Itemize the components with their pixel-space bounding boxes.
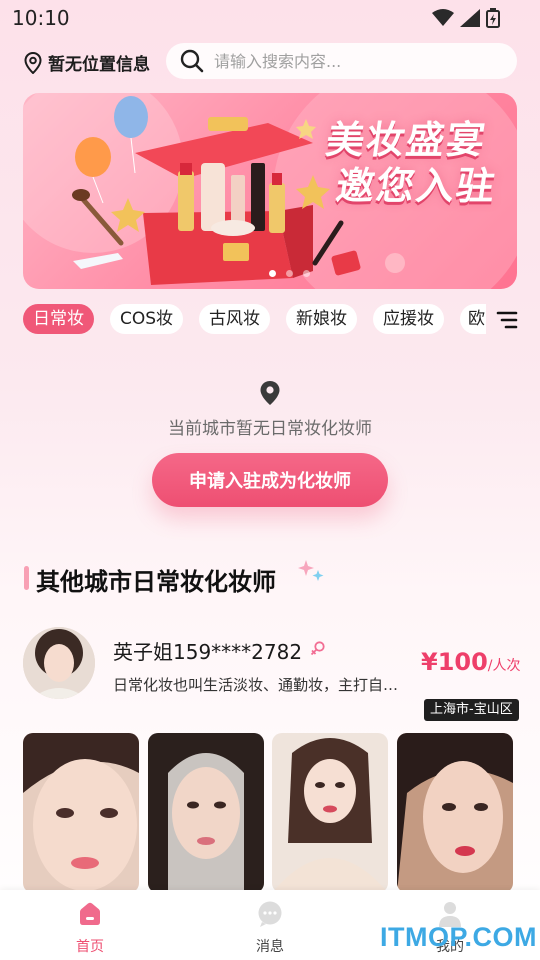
- banner-title-line2: 邀您入驻: [333, 164, 500, 208]
- female-icon: [310, 641, 325, 656]
- status-bar: 10:10: [0, 0, 540, 36]
- signal-icon: [460, 9, 480, 27]
- portfolio-image: [272, 733, 388, 893]
- battery-icon: [486, 8, 500, 28]
- nav-home-label: 首页: [76, 939, 104, 955]
- empty-location-icon: [260, 381, 280, 405]
- category-tabs: 日常妆 COS妆 古风妆 新娘妆 应援妆 欧: [23, 304, 487, 334]
- watermark: ITMOP.COM: [380, 922, 538, 952]
- artist-description: 日常化妆也叫生活淡妆、通勤妆，主打自…: [113, 676, 399, 694]
- header: 暂无位置信息: [0, 40, 540, 84]
- search-icon: [180, 49, 204, 73]
- wifi-icon: [432, 9, 454, 26]
- search-bar[interactable]: [166, 43, 517, 79]
- tab-support-makeup[interactable]: 应援妆: [373, 304, 445, 334]
- tab-daily-makeup[interactable]: 日常妆: [23, 304, 94, 334]
- banner-dot-active: [269, 270, 276, 277]
- status-icons: [432, 8, 500, 28]
- location-selector[interactable]: 暂无位置信息: [24, 50, 150, 75]
- promo-banner[interactable]: 美妆盛宴 邀您入驻: [23, 93, 517, 289]
- portfolio-photo[interactable]: [23, 733, 139, 893]
- tab-european-makeup[interactable]: 欧: [460, 304, 487, 334]
- price-unit: /人次: [487, 658, 521, 674]
- banner-dot: [303, 270, 310, 277]
- nav-messages[interactable]: 消息: [225, 890, 315, 960]
- portfolio-photo[interactable]: [397, 733, 513, 893]
- portfolio-photo[interactable]: [272, 733, 388, 893]
- avatar-image: [23, 627, 95, 699]
- banner-dot: [286, 270, 293, 277]
- artist-avatar[interactable]: [23, 627, 95, 699]
- portfolio-photo[interactable]: [148, 733, 264, 893]
- location-pin-icon: [24, 51, 42, 74]
- artist-name: 英子姐159****2782: [113, 640, 303, 664]
- nav-messages-label: 消息: [256, 939, 284, 955]
- price-value: ¥100: [421, 648, 488, 676]
- empty-state-message: 当前城市暂无日常妆化妆师: [168, 419, 372, 439]
- search-input[interactable]: [214, 51, 494, 71]
- tab-cos-makeup[interactable]: COS妆: [110, 304, 184, 334]
- message-icon: [258, 901, 282, 927]
- tab-ancient-makeup[interactable]: 古风妆: [199, 304, 271, 334]
- location-label: 暂无位置信息: [48, 55, 150, 75]
- banner-indicator: [269, 270, 310, 277]
- section-title: 其他城市日常妆化妆师: [36, 568, 276, 596]
- category-menu-icon[interactable]: [494, 310, 518, 330]
- section-accent-bar: [24, 566, 29, 590]
- portfolio-image: [148, 733, 264, 893]
- apply-artist-button[interactable]: 申请入驻成为化妆师: [152, 453, 388, 507]
- portfolio-image: [397, 733, 513, 893]
- sparkle-icon: [298, 560, 324, 581]
- tab-bridal-makeup[interactable]: 新娘妆: [286, 304, 358, 334]
- status-time: 10:10: [12, 6, 70, 30]
- nav-home[interactable]: 首页: [45, 890, 135, 960]
- artist-location-badge: 上海市-宝山区: [424, 699, 519, 721]
- artist-price: ¥100/人次: [421, 648, 521, 676]
- home-icon: [80, 902, 100, 925]
- portfolio-image: [23, 733, 139, 893]
